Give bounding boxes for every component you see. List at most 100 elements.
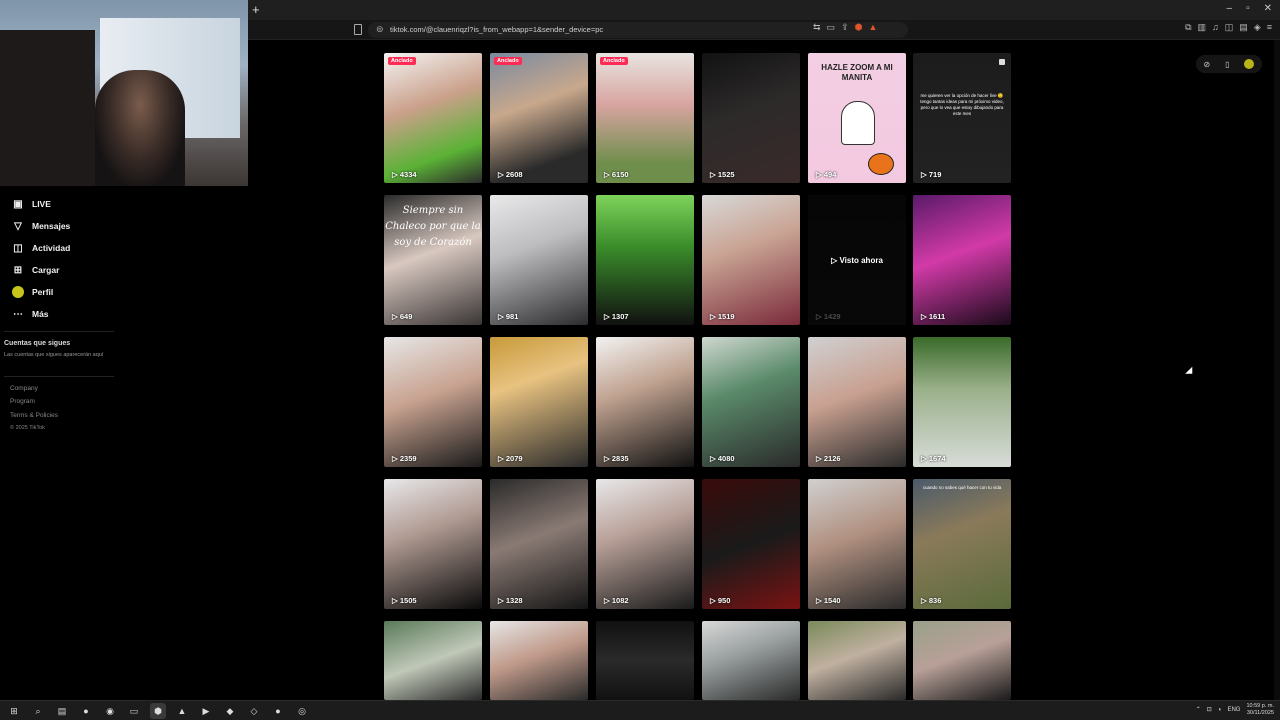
video-card[interactable]: ▷ 2359 bbox=[384, 337, 482, 467]
video-card[interactable]: ▷ 2126 bbox=[808, 337, 906, 467]
taskbar-app-icon[interactable]: ● bbox=[78, 703, 94, 719]
video-card[interactable]: ▷ Visto ahora ▷ 1429 bbox=[808, 195, 906, 325]
nav-messages[interactable]: ▽ Mensajes bbox=[12, 220, 70, 232]
network-icon[interactable]: ⊡ bbox=[1207, 706, 1212, 713]
split-view-icon[interactable]: ◫ bbox=[1225, 22, 1234, 33]
page-scrollbar[interactable] bbox=[1274, 40, 1280, 700]
video-card[interactable]: ▷ 1082 bbox=[596, 479, 694, 609]
nav-activity-label: Actividad bbox=[32, 243, 71, 253]
nav-more-label: Más bbox=[32, 309, 49, 319]
bookmark-icon[interactable] bbox=[354, 24, 362, 35]
video-card[interactable]: Anclado ▷ 2608 bbox=[490, 53, 588, 183]
rewards-icon[interactable]: ▲ bbox=[868, 22, 877, 33]
view-count: ▷ 1674 bbox=[921, 454, 946, 463]
vpn-icon[interactable]: ◈ bbox=[1254, 22, 1261, 33]
video-card[interactable]: me quieren ver la opción de hacer live 🙂… bbox=[913, 53, 1011, 183]
volume-icon[interactable]: ◖ bbox=[1218, 707, 1222, 713]
video-card[interactable]: Siempre sin Chaleco por que la soy de Co… bbox=[384, 195, 482, 325]
video-card[interactable]: ▷ 981 bbox=[490, 195, 588, 325]
sidebar-icon[interactable]: ▥ bbox=[1198, 22, 1207, 33]
video-card[interactable]: ▷ 1611 bbox=[913, 195, 1011, 325]
view-count-value: 4334 bbox=[399, 170, 417, 179]
video-card[interactable] bbox=[596, 621, 694, 700]
site-info-icon[interactable]: ⊜ bbox=[376, 24, 384, 35]
view-count: ▷ 1307 bbox=[604, 312, 629, 321]
play-icon: ▷ bbox=[392, 454, 400, 463]
footer-program[interactable]: Program bbox=[10, 398, 35, 405]
clock[interactable]: 10:59 p. m. 30/11/2025 bbox=[1246, 703, 1274, 716]
nav-live[interactable]: ▣ LIVE bbox=[12, 198, 51, 210]
view-count-value: 1519 bbox=[717, 312, 735, 321]
view-count: ▷ 2126 bbox=[816, 454, 841, 463]
play-icon: ▷ bbox=[392, 312, 400, 321]
taskbar-app-icon[interactable]: ⬢ bbox=[150, 703, 166, 719]
view-count: ▷ 1540 bbox=[816, 596, 841, 605]
view-count-value: 494 bbox=[823, 170, 837, 179]
wallet-icon[interactable]: ▤ bbox=[1239, 22, 1248, 33]
video-card[interactable]: ▷ 1525 bbox=[702, 53, 800, 183]
video-card[interactable]: ▷ 1328 bbox=[490, 479, 588, 609]
taskbar-app-icon[interactable]: ▤ bbox=[54, 703, 70, 719]
taskbar-app-icon[interactable]: ▶ bbox=[198, 703, 214, 719]
video-card[interactable]: ▷ 1519 bbox=[702, 195, 800, 325]
minimize-button[interactable]: – bbox=[1227, 3, 1233, 14]
taskbar-app-icon[interactable]: ◆ bbox=[222, 703, 238, 719]
url-actions: ⇆ ▭ ⇪ ⬢ ▲ bbox=[813, 22, 877, 33]
compass-icon[interactable]: ⊘ bbox=[1203, 60, 1210, 69]
video-card[interactable]: ▷ 4080 bbox=[702, 337, 800, 467]
play-icon: ▷ bbox=[921, 312, 929, 321]
nav-more[interactable]: ⋯ Más bbox=[12, 308, 49, 320]
taskbar-app-icon[interactable]: ◇ bbox=[246, 703, 262, 719]
language-indicator[interactable]: ENG bbox=[1227, 707, 1240, 713]
phone-icon[interactable]: ▯ bbox=[1225, 60, 1229, 69]
account-avatar[interactable] bbox=[1244, 59, 1255, 69]
cast-icon[interactable]: ▭ bbox=[827, 22, 836, 33]
menu-icon[interactable]: ≡ bbox=[1267, 22, 1272, 33]
video-card[interactable]: ▷ 2835 bbox=[596, 337, 694, 467]
video-card[interactable]: ▷ 950 bbox=[702, 479, 800, 609]
footer-company[interactable]: Company bbox=[10, 385, 38, 392]
video-card[interactable]: ▷ 1307 bbox=[596, 195, 694, 325]
shield-icon[interactable]: ⬢ bbox=[855, 22, 863, 33]
video-card[interactable]: Anclado ▷ 4334 bbox=[384, 53, 482, 183]
view-count: ▷ 1525 bbox=[710, 170, 735, 179]
view-count: ▷ 1328 bbox=[498, 596, 523, 605]
mouse-cursor bbox=[1185, 366, 1196, 378]
taskbar-app-icon[interactable]: ▭ bbox=[126, 703, 142, 719]
view-count-value: 2079 bbox=[505, 454, 523, 463]
video-card[interactable] bbox=[702, 621, 800, 700]
video-card[interactable]: cuando no sabes qué hacer con tu vida ▷ 8… bbox=[913, 479, 1011, 609]
nav-upload[interactable]: ⊞ Cargar bbox=[12, 264, 60, 276]
video-card[interactable]: ▷ 1674 bbox=[913, 337, 1011, 467]
nav-activity[interactable]: ◫ Actividad bbox=[12, 242, 70, 254]
video-card[interactable] bbox=[490, 621, 588, 700]
video-card[interactable]: ▷ 1505 bbox=[384, 479, 482, 609]
video-card[interactable] bbox=[384, 621, 482, 700]
video-card[interactable]: ▷ 2079 bbox=[490, 337, 588, 467]
taskbar-app-icon[interactable]: ⌕ bbox=[30, 703, 46, 719]
media-icon[interactable]: ♫ bbox=[1212, 22, 1219, 33]
view-count-value: 1505 bbox=[399, 596, 417, 605]
footer-terms[interactable]: Terms & Policies bbox=[10, 412, 58, 419]
taskbar-app-icon[interactable]: ◉ bbox=[102, 703, 118, 719]
video-card[interactable]: HAZLE ZOOM A MI MANITA ▷ 494 bbox=[808, 53, 906, 183]
tray-chevron-icon[interactable]: ⌃ bbox=[1196, 706, 1201, 713]
taskbar-app-icon[interactable]: ⊞ bbox=[6, 703, 22, 719]
video-card[interactable]: Anclado ▷ 6150 bbox=[596, 53, 694, 183]
maximize-button[interactable]: ▫ bbox=[1246, 3, 1250, 14]
nav-profile[interactable]: Perfil bbox=[12, 286, 53, 298]
new-tab-button[interactable]: + bbox=[252, 2, 260, 17]
video-card[interactable] bbox=[913, 621, 1011, 700]
extensions-icon[interactable]: ⧉ bbox=[1185, 22, 1191, 33]
video-card[interactable] bbox=[808, 621, 906, 700]
taskbar-app-icon[interactable]: ● bbox=[270, 703, 286, 719]
sidebar-divider bbox=[4, 376, 114, 377]
taskbar-app-icon[interactable]: ▲ bbox=[174, 703, 190, 719]
webcam-overlay bbox=[0, 0, 248, 186]
video-card[interactable]: ▷ 1540 bbox=[808, 479, 906, 609]
taskbar-app-icon[interactable]: ◎ bbox=[294, 703, 310, 719]
translate-icon[interactable]: ⇆ bbox=[813, 22, 821, 33]
share-icon[interactable]: ⇪ bbox=[841, 22, 849, 33]
play-icon: ▷ bbox=[604, 170, 612, 179]
close-window-button[interactable]: ✕ bbox=[1264, 3, 1272, 14]
